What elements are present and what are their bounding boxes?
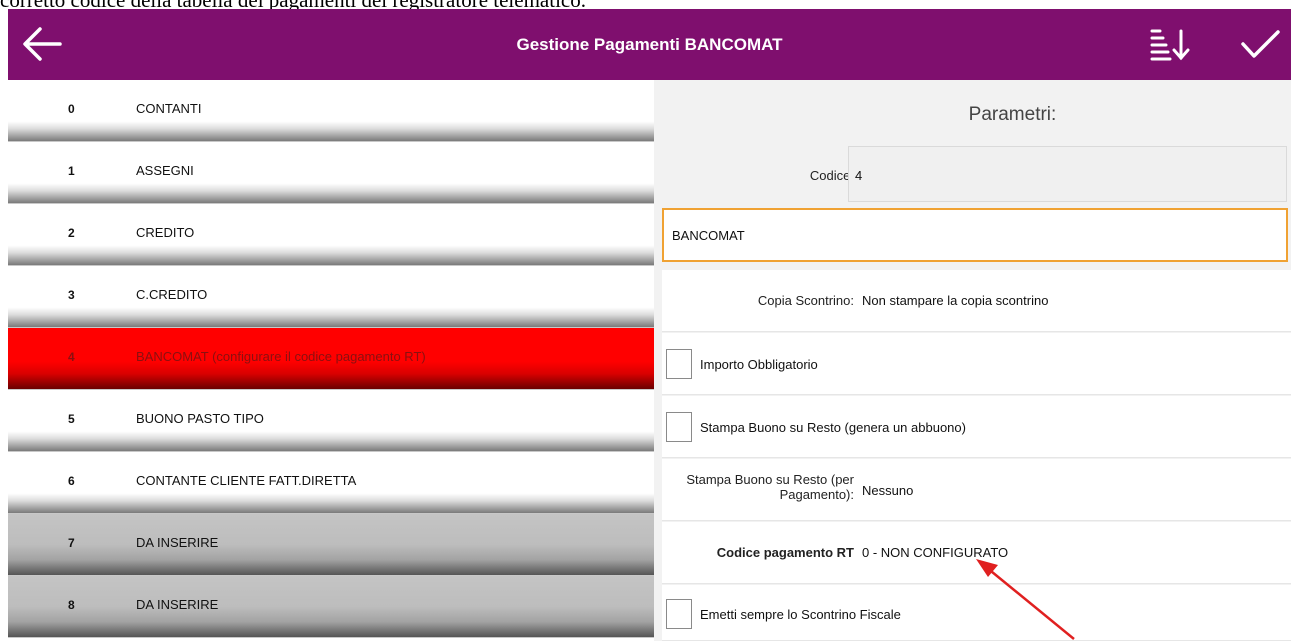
payment-number: 2 [68,226,75,240]
payment-number: 4 [68,350,75,364]
emetti-scontrino-checkbox[interactable] [666,599,692,629]
stampa-buono-pagamento-label-line-2: Pagamento): [779,487,854,502]
payment-name-input[interactable] [662,208,1288,262]
caption-text: corretto codice della tabella dei pagame… [0,0,1291,9]
confirm-button[interactable] [1238,24,1282,64]
payment-number: 7 [68,536,75,550]
parameters-panel: Parametri: Codice: 4 Copia Scontrino: No… [654,80,1291,641]
payment-label: ASSEGNI [136,163,194,178]
stampa-buono-resto-checkbox[interactable] [666,412,692,442]
stampa-buono-pagamento-label-line-1: Stampa Buono su Resto (per [686,472,854,487]
sort-descending-icon [1150,29,1190,61]
importo-obbligatorio-checkbox[interactable] [666,349,692,379]
codice-pagamento-rt-label: Codice pagamento RT [716,545,854,560]
stampa-buono-pagamento-row[interactable]: Stampa Buono su Resto (per Pagamento): N… [662,459,1291,521]
payment-label: BUONO PASTO TIPO [136,411,264,426]
copia-scontrino-label: Copia Scontrino: [757,293,854,308]
payment-row-6[interactable]: 6 CONTANTE CLIENTE FATT.DIRETTA [8,452,654,514]
checkmark-icon [1241,30,1280,58]
codice-field: 4 [848,146,1287,202]
payment-number: 1 [68,164,75,178]
sort-button[interactable] [1148,23,1192,63]
stampa-buono-resto-label: Stampa Buono su Resto (genera un abbuono… [700,420,966,435]
emetti-scontrino-row[interactable]: Emetti sempre lo Scontrino Fiscale [662,585,1291,641]
page-title: Gestione Pagamenti BANCOMAT [516,35,783,54]
payment-label: DA INSERIRE [136,535,219,550]
payment-label: DA INSERIRE [136,597,219,612]
payment-row-2[interactable]: 2 CREDITO [8,204,654,266]
parameters-heading: Parametri: [968,104,1057,125]
codice-pagamento-rt-value: 0 - NON CONFIGURATO [862,545,1009,560]
importo-obbligatorio-row[interactable]: Importo Obbligatorio [662,333,1291,395]
payment-label: C.CREDITO [136,287,208,302]
payment-number: 5 [68,412,75,426]
stampa-buono-pagamento-value: Nessuno [862,483,914,498]
payment-row-0[interactable]: 0 CONTANTI [8,80,654,142]
payment-label: CONTANTI [136,101,202,116]
payment-row-5[interactable]: 5 BUONO PASTO TIPO [8,390,654,452]
app-toolbar: Gestione Pagamenti BANCOMAT [8,9,1291,80]
payment-row-1[interactable]: 1 ASSEGNI [8,142,654,204]
payment-label: CONTANTE CLIENTE FATT.DIRETTA [136,473,357,488]
payment-row-3[interactable]: 3 C.CREDITO [8,266,654,328]
payment-number: 8 [68,598,75,612]
payment-number: 3 [68,288,75,302]
copia-scontrino-row[interactable]: Copia Scontrino: Non stampare la copia s… [662,270,1291,332]
payment-number: 0 [68,102,75,116]
stampa-buono-pagamento-label: Stampa Buono su Resto (per Pagamento): [686,472,854,502]
payment-row-4-selected[interactable]: 4 BANCOMAT (configurare il codice pagame… [8,328,654,390]
copia-scontrino-value: Non stampare la copia scontrino [862,293,1049,308]
codice-value: 4 [855,168,863,183]
emetti-scontrino-label: Emetti sempre lo Scontrino Fiscale [700,607,901,622]
importo-obbligatorio-label: Importo Obbligatorio [700,357,818,372]
payment-label: CREDITO [136,225,195,240]
payment-label: BANCOMAT (configurare il codice pagament… [136,349,426,364]
payment-number: 6 [68,474,75,488]
payment-row-7[interactable]: 7 DA INSERIRE [8,514,654,576]
payment-list: 0 CONTANTI 1 ASSEGNI 2 CREDITO 3 C.CREDI… [8,80,654,641]
payment-row-8[interactable]: 8 DA INSERIRE [8,576,654,638]
codice-pagamento-rt-row[interactable]: Codice pagamento RT 0 - NON CONFIGURATO [662,522,1291,584]
stampa-buono-resto-row[interactable]: Stampa Buono su Resto (genera un abbuono… [662,396,1291,458]
